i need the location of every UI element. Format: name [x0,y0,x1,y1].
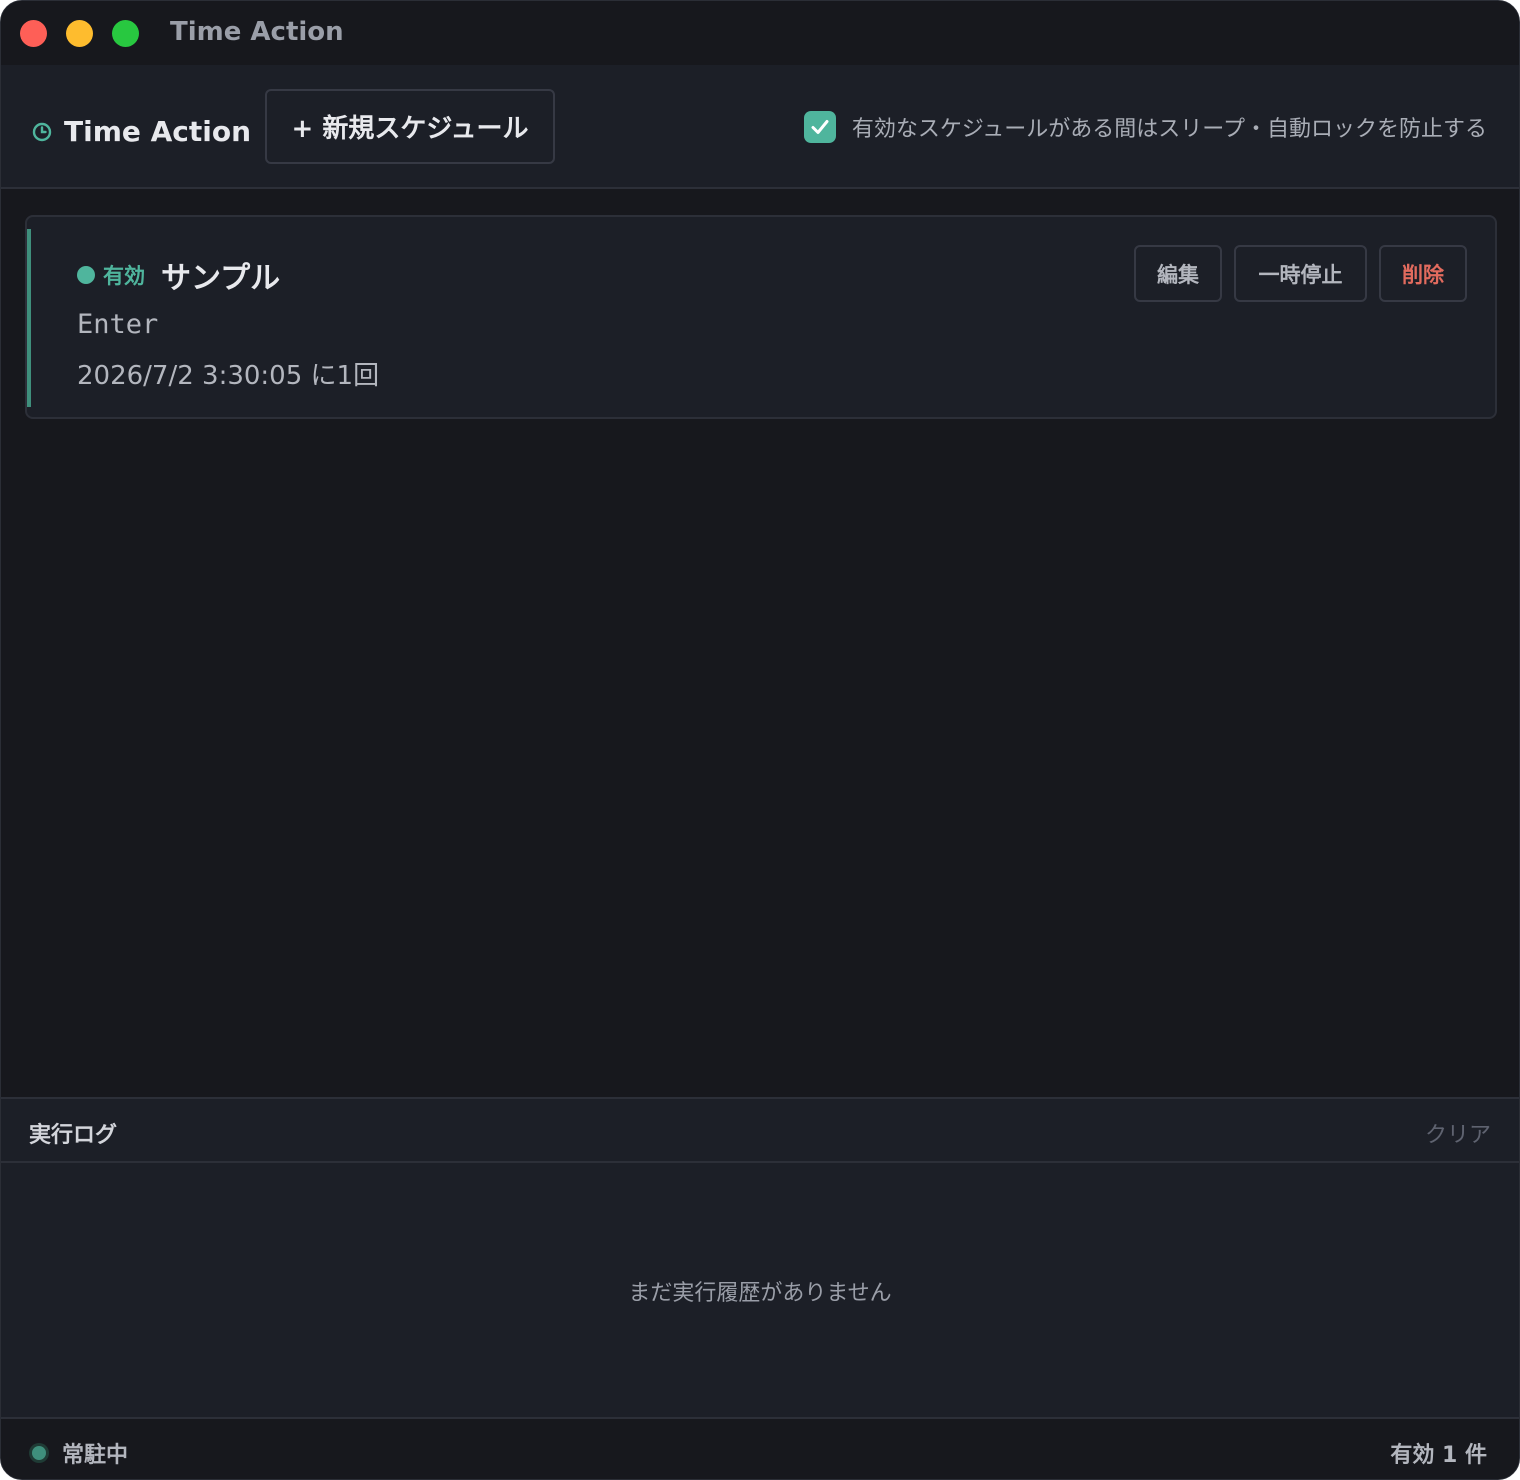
edit-button[interactable]: 編集 [1134,245,1222,302]
resident-status: 常駐中 [32,1437,128,1469]
brand: Time Action [32,115,251,148]
schedule-time: 2026/7/2 3:30:05 に1回 [77,361,380,391]
schedule-header: 有効 サンプル [77,253,280,297]
prevent-sleep-option[interactable]: 有効なスケジュールがある間はスリープ・自動ロックを防止する [803,111,1487,143]
schedule-active-indicator [27,229,31,407]
checkmark-icon [811,120,829,134]
schedule-actions: 編集 一時停止 削除 [1134,245,1467,302]
status-bar: 常駐中 有効 1 件 [1,1417,1519,1479]
minimize-window-button[interactable] [66,20,93,47]
prevent-sleep-checkbox[interactable] [803,111,836,143]
schedule-status-badge: 有効 [103,264,145,288]
clear-log-button[interactable]: クリア [1425,1117,1491,1149]
active-count: 有効 1 件 [1390,1443,1487,1468]
log-panel: まだ実行履歴がありません [1,1163,1519,1417]
app-window: Time Action Time Action + 新規スケジュール 有効なスケ… [0,0,1520,1480]
title-bar[interactable]: Time Action [1,1,1519,65]
log-title: 実行ログ [29,1123,118,1148]
delete-button[interactable]: 削除 [1379,245,1467,302]
schedule-card: 有効 サンプル Enter 2026/7/2 3:30:05 に1回 編集 一時… [25,215,1497,419]
window-title: Time Action [170,17,344,47]
toolbar: Time Action + 新規スケジュール 有効なスケジュールがある間はスリー… [1,65,1519,189]
clock-icon [32,122,52,141]
app-name: Time Action [64,115,252,148]
schedule-key: Enter [77,309,159,340]
close-window-button[interactable] [20,20,47,47]
log-empty-message: まだ実行履歴がありません [628,1281,892,1306]
resident-label: 常駐中 [62,1443,129,1468]
pause-button[interactable]: 一時停止 [1234,245,1367,302]
resident-dot-icon [32,1446,46,1460]
status-dot-icon [77,266,95,284]
schedule-name: サンプル [161,261,281,296]
log-header: 実行ログ クリア [1,1097,1519,1163]
zoom-window-button[interactable] [112,20,139,47]
new-schedule-button[interactable]: + 新規スケジュール [265,89,555,164]
prevent-sleep-label: 有効なスケジュールがある間はスリープ・自動ロックを防止する [851,117,1487,142]
